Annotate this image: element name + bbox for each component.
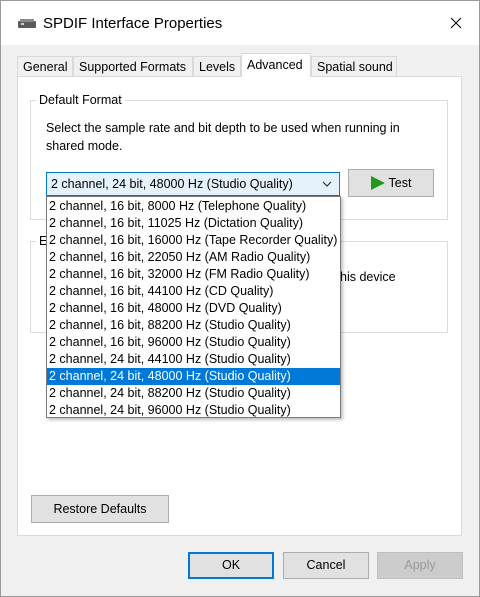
- play-icon: [370, 176, 385, 190]
- close-icon: [450, 17, 462, 29]
- format-options: 2 channel, 16 bit, 8000 Hz (Telephone Qu…: [47, 197, 340, 419]
- format-option[interactable]: 2 channel, 16 bit, 44100 Hz (CD Quality): [47, 283, 340, 300]
- cancel-button[interactable]: Cancel: [283, 552, 369, 579]
- speaker-device-icon: [18, 19, 36, 28]
- format-option[interactable]: 2 channel, 16 bit, 88200 Hz (Studio Qual…: [47, 317, 340, 334]
- close-button[interactable]: [433, 1, 479, 45]
- format-option[interactable]: 2 channel, 16 bit, 16000 Hz (Tape Record…: [47, 232, 340, 249]
- format-option[interactable]: 2 channel, 16 bit, 32000 Hz (FM Radio Qu…: [47, 266, 340, 283]
- window-title: SPDIF Interface Properties: [43, 15, 223, 32]
- format-option[interactable]: 2 channel, 16 bit, 22050 Hz (AM Radio Qu…: [47, 249, 340, 266]
- format-option[interactable]: 2 channel, 24 bit, 44100 Hz (Studio Qual…: [47, 351, 340, 368]
- test-button[interactable]: Test: [348, 169, 434, 197]
- format-dropdown-list: 2 channel, 16 bit, 8000 Hz (Telephone Qu…: [46, 196, 341, 418]
- tab-general[interactable]: General: [17, 56, 73, 76]
- format-option[interactable]: 2 channel, 16 bit, 8000 Hz (Telephone Qu…: [47, 198, 340, 215]
- format-option[interactable]: 2 channel, 24 bit, 96000 Hz (Studio Qual…: [47, 402, 340, 419]
- format-option[interactable]: 2 channel, 24 bit, 48000 Hz (Studio Qual…: [47, 368, 340, 385]
- exclusive-mode-text: his device: [340, 270, 396, 284]
- ok-button[interactable]: OK: [188, 552, 274, 579]
- default-format-select[interactable]: 2 channel, 24 bit, 48000 Hz (Studio Qual…: [46, 172, 340, 196]
- default-format-label: Default Format: [36, 93, 125, 107]
- apply-button[interactable]: Apply: [377, 552, 463, 579]
- test-button-label: Test: [388, 176, 412, 190]
- tab-advanced[interactable]: Advanced: [241, 53, 311, 77]
- tab-spatial-sound[interactable]: Spatial sound: [311, 56, 397, 76]
- format-option[interactable]: 2 channel, 16 bit, 11025 Hz (Dictation Q…: [47, 215, 340, 232]
- restore-defaults-button[interactable]: Restore Defaults: [31, 495, 169, 523]
- tab-levels[interactable]: Levels: [193, 56, 241, 76]
- chevron-down-icon: [322, 181, 332, 187]
- default-format-description: Select the sample rate and bit depth to …: [46, 121, 400, 153]
- title-bar: SPDIF Interface Properties: [1, 1, 479, 45]
- format-option[interactable]: 2 channel, 16 bit, 96000 Hz (Studio Qual…: [47, 334, 340, 351]
- format-option[interactable]: 2 channel, 16 bit, 48000 Hz (DVD Quality…: [47, 300, 340, 317]
- format-option[interactable]: 2 channel, 24 bit, 88200 Hz (Studio Qual…: [47, 385, 340, 402]
- default-format-selected-value: 2 channel, 24 bit, 48000 Hz (Studio Qual…: [51, 177, 293, 191]
- tab-supported-formats[interactable]: Supported Formats: [73, 56, 193, 76]
